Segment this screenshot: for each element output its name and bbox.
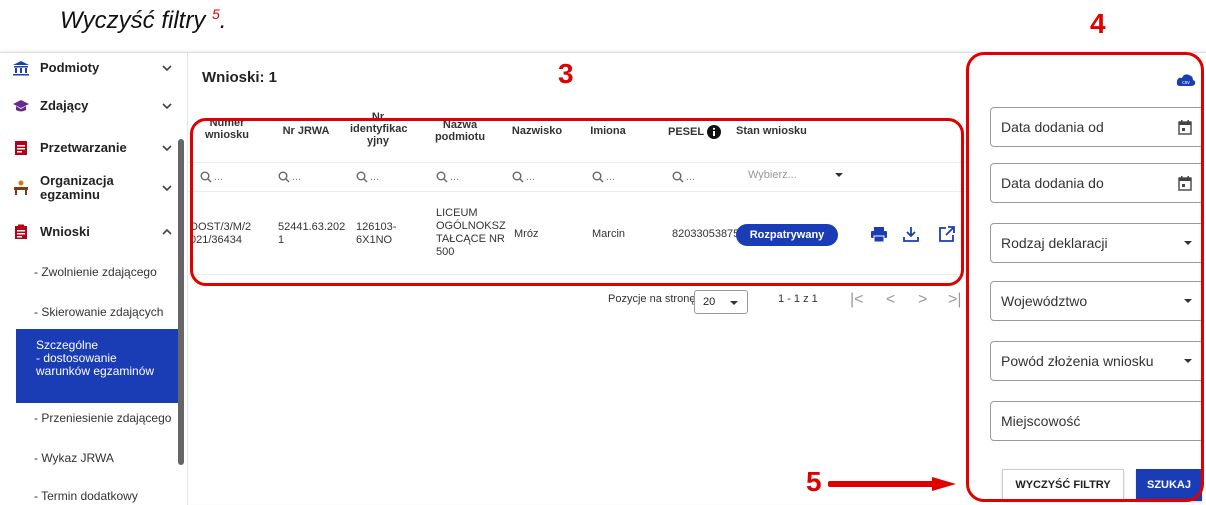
per-page-value: 20 [703, 296, 716, 308]
last-page-icon[interactable]: >| [948, 291, 962, 309]
sidebar: Podmioty Zdający Przetwarzanie Organizac… [0, 53, 188, 505]
first-page-icon[interactable]: |< [850, 291, 864, 309]
annotation-number-4: 4 [1090, 8, 1106, 39]
sidebar-subitem-wykaz-jrwa[interactable]: - Wykaz JRWA [0, 451, 180, 465]
document-icon [12, 139, 30, 157]
sidebar-item-przetwarzanie[interactable]: Przetwarzanie [0, 137, 180, 159]
chevron-down-icon [162, 185, 172, 192]
institution-icon [12, 59, 30, 77]
sidebar-subitem-przeniesienie[interactable]: - Przeniesienie zdającego [0, 411, 180, 425]
chevron-down-icon [162, 103, 172, 110]
sidebar-subitem-skierowanie[interactable]: - Skierowanie zdających [0, 305, 180, 319]
caption-text: Wyczyść filtry [60, 7, 206, 34]
annotation-box-table [190, 118, 964, 286]
sidebar-active-label: Szczególne - dostosowanie warunków egzam… [36, 338, 155, 378]
sidebar-item-label: Organizacja egzaminu [40, 173, 114, 202]
chevron-up-icon [162, 228, 172, 235]
prev-page-icon[interactable]: < [886, 291, 895, 309]
graduation-cap-icon [12, 97, 30, 115]
desk-icon [12, 179, 30, 197]
per-page-label: Pozycje na stronę [608, 293, 696, 305]
annotation-box-filters [966, 52, 1204, 502]
sidebar-scrollbar[interactable] [178, 139, 184, 465]
annotation-arrow-icon [828, 477, 956, 491]
sidebar-item-label: Wnioski [40, 224, 90, 239]
caption-footnote: 5 [211, 6, 220, 22]
per-page-select[interactable]: 20 [694, 290, 748, 314]
chevron-down-icon [162, 65, 172, 72]
sidebar-item-label: Przetwarzanie [40, 140, 127, 155]
pagination-range: 1 - 1 z 1 [778, 293, 818, 305]
caret-down-icon [730, 301, 738, 305]
clipboard-icon [12, 223, 30, 241]
page-title: Wnioski: 1 [202, 69, 278, 86]
sidebar-subitem-szczegolne-active[interactable]: Szczególne - dostosowanie warunków egzam… [16, 329, 180, 403]
annotation-number-3: 3 [558, 58, 574, 89]
chevron-down-icon [162, 145, 172, 152]
annotation-number-5: 5 [806, 466, 822, 497]
caption-period: . [219, 7, 227, 34]
sidebar-subitem-termin[interactable]: - Termin dodatkowy [0, 489, 180, 503]
sidebar-item-label: Zdający [40, 98, 89, 113]
next-page-icon[interactable]: > [918, 291, 927, 309]
sidebar-item-label: Podmioty [40, 60, 100, 75]
sidebar-item-zdajacy[interactable]: Zdający [0, 95, 180, 117]
instruction-caption: Wyczyść filtry 5. [60, 0, 226, 35]
sidebar-item-podmioty[interactable]: Podmioty [0, 57, 180, 79]
sidebar-item-wnioski[interactable]: Wnioski [0, 221, 180, 243]
sidebar-subitem-zwolnienie[interactable]: - Zwolnienie zdającego [0, 265, 180, 279]
sidebar-item-organizacja[interactable]: Organizacja egzaminu [0, 171, 180, 205]
